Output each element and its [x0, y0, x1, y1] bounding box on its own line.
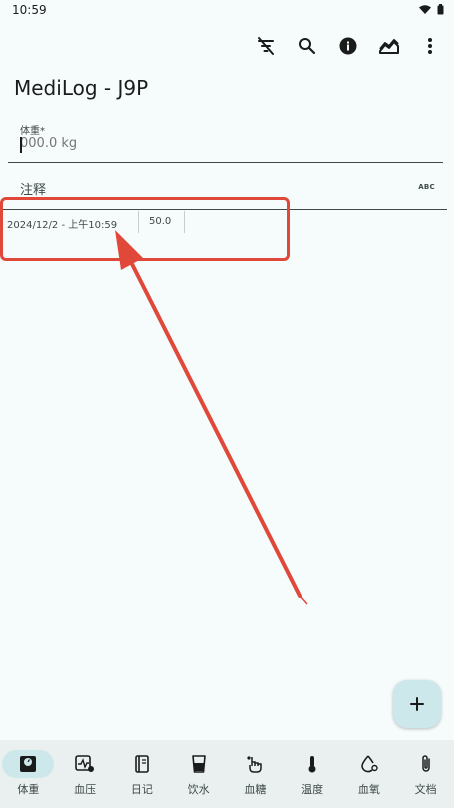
add-icon [410, 697, 424, 711]
nav-label: 温度 [301, 783, 324, 796]
annotation-arrow [115, 230, 308, 605]
blood-pressure-icon [75, 755, 95, 772]
nav-item-temperature[interactable]: 温度 [284, 740, 341, 808]
nav-label: 日记 [130, 783, 153, 796]
nav-item-documents[interactable]: 文档 [397, 740, 454, 808]
add-entry-button[interactable] [393, 680, 441, 728]
nav-label: 血压 [74, 783, 97, 796]
nav-item-oxygen[interactable]: 血氧 [341, 740, 398, 808]
nav-label: 血氧 [357, 783, 380, 796]
nav-item-diary[interactable]: 日记 [114, 740, 171, 808]
scale-icon [20, 756, 37, 772]
attachment-icon [421, 755, 430, 772]
nav-item-glucose[interactable]: 血糖 [227, 740, 284, 808]
oxygen-icon [361, 755, 378, 773]
nav-label: 血糖 [244, 783, 267, 796]
nav-item-weight[interactable]: 体重 [0, 740, 57, 808]
bottom-nav: 体重 血压 日记 饮水 血糖 温度 血氧 文档 [0, 740, 454, 808]
nav-item-water[interactable]: 饮水 [170, 740, 227, 808]
water-icon [191, 755, 206, 773]
diary-icon [135, 755, 149, 773]
nav-label: 体重 [17, 783, 40, 796]
nav-label: 饮水 [187, 783, 210, 796]
nav-item-blood-pressure[interactable]: 血压 [57, 740, 114, 808]
glucose-icon [247, 756, 263, 773]
nav-label: 文档 [414, 783, 437, 796]
thermometer-icon [308, 756, 316, 773]
